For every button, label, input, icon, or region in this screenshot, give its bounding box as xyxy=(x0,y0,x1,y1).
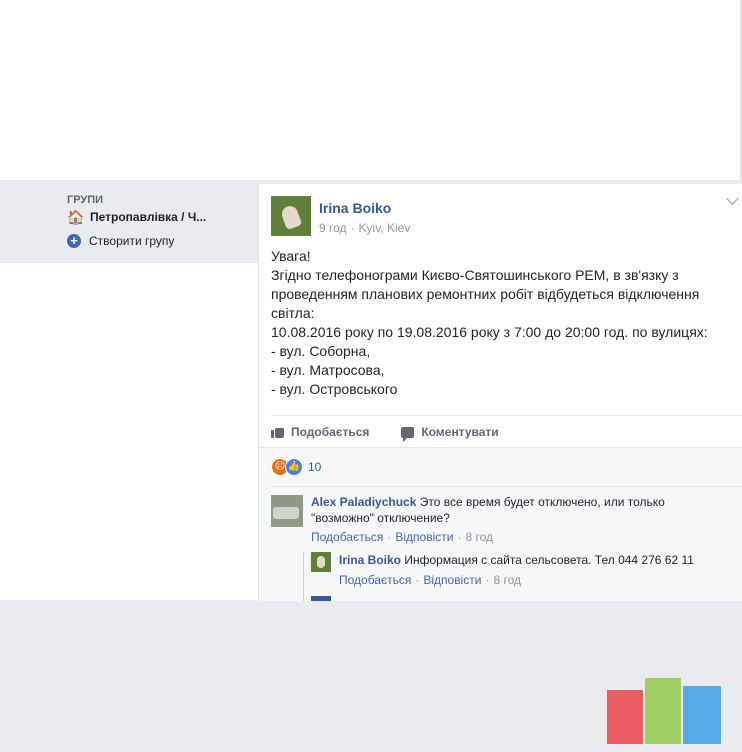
sidebar-heading: ГРУПИ xyxy=(67,194,104,206)
left-white-area xyxy=(0,263,258,600)
post-text-line: 10.08.2016 року по 19.08.2016 року з 7:0… xyxy=(271,324,708,340)
post-text: Увага! Згідно телефонограми Києво-Святош… xyxy=(271,247,731,399)
reply-actions: Подобається · Відповісти · 8 год xyxy=(339,573,521,587)
plus-icon: + xyxy=(67,234,81,248)
comment-body: Alex Paladiychuck Это все время будет от… xyxy=(311,494,731,526)
comment-author[interactable]: Alex Paladiychuck xyxy=(311,495,416,509)
watermark-logo xyxy=(607,678,723,752)
post-meta: 9 год · Kyiv, Kiev xyxy=(319,221,410,235)
reply-author-avatar[interactable] xyxy=(311,552,331,572)
post-text-line: світла: xyxy=(271,305,315,321)
home-icon: 🏠 xyxy=(67,209,85,225)
comment-like-link[interactable]: Подобається xyxy=(311,530,383,544)
comment-actions: Подобається · Відповісти · 8 год xyxy=(311,530,493,544)
comment-text-line: "возможно" отключение? xyxy=(311,511,450,525)
commenter-avatar[interactable] xyxy=(271,495,303,527)
comment-time[interactable]: 8 год xyxy=(465,530,493,544)
post-text-line: Увага! xyxy=(271,248,311,264)
comment-reply-link[interactable]: Відповісти xyxy=(395,530,453,544)
sidebar-group-label: Петропавлівка / Ч... xyxy=(90,210,207,224)
divider xyxy=(271,486,742,487)
separator-dot: · xyxy=(485,573,490,587)
reply-text: Информация с сайта сельсовета. Тел 044 2… xyxy=(404,553,694,567)
post-time[interactable]: 9 год xyxy=(319,221,347,235)
sidebar-item-create-group[interactable]: + Створити групу xyxy=(67,234,174,248)
reactions-summary[interactable]: ☹ 👍 10 xyxy=(271,458,321,476)
post-author-name[interactable]: Irina Boiko xyxy=(319,200,391,216)
next-reply-avatar xyxy=(311,596,331,601)
reply-author[interactable]: Irina Boiko xyxy=(339,553,401,567)
post-text-line: - вул. Матросова, xyxy=(271,362,385,378)
comments-section: ☹ 👍 10 Alex Paladiychuck Это все время б… xyxy=(259,447,742,744)
post-text-line: Згідно телефонограми Києво-Святошинськог… xyxy=(271,267,679,283)
chevron-down-icon[interactable] xyxy=(726,192,739,205)
reply-time[interactable]: 8 год xyxy=(493,573,521,587)
like-button[interactable]: Подобається xyxy=(271,425,369,439)
thumbs-up-icon xyxy=(271,425,285,439)
post-location[interactable]: Kyiv, Kiev xyxy=(359,221,411,235)
like-label: Подобається xyxy=(291,425,370,439)
speech-bubble-icon xyxy=(401,426,415,442)
like-reaction-icon: 👍 xyxy=(285,458,303,476)
create-group-label: Створити групу xyxy=(89,234,175,248)
reply-reply-link[interactable]: Відповісти xyxy=(423,573,481,587)
meta-dot: · xyxy=(350,221,355,235)
separator-dot: · xyxy=(457,530,462,544)
post-text-line: - вул. Соборна, xyxy=(271,343,371,359)
separator-dot: · xyxy=(387,530,392,544)
reply-like-link[interactable]: Подобається xyxy=(339,573,411,587)
comment-button[interactable]: Коментувати xyxy=(401,425,499,442)
reply-thread-line xyxy=(303,552,304,601)
post-action-bar: Подобається Коментувати xyxy=(271,415,742,448)
author-avatar[interactable] xyxy=(271,196,311,236)
post-text-line: - вул. Островського xyxy=(271,381,398,397)
reaction-count: 10 xyxy=(308,460,322,474)
post-text-line: проведенням планових ремонтних робіт від… xyxy=(271,286,700,302)
separator-dot: · xyxy=(415,573,420,587)
comment-label: Коментувати xyxy=(421,425,499,439)
post-card: Irina Boiko 9 год · Kyiv, Kiev Увага! Зг… xyxy=(258,184,742,744)
top-blank-area xyxy=(0,0,741,180)
sidebar-item-group[interactable]: 🏠 Петропавлівка / Ч... xyxy=(67,209,206,225)
comment-text-line: Это все время будет отключено, или тольк… xyxy=(419,495,665,509)
reply-body: Irina Boiko Информация с сайта сельсовет… xyxy=(339,552,739,568)
sidebar-groups: ГРУПИ 🏠 Петропавлівка / Ч... + Створити … xyxy=(0,182,258,263)
